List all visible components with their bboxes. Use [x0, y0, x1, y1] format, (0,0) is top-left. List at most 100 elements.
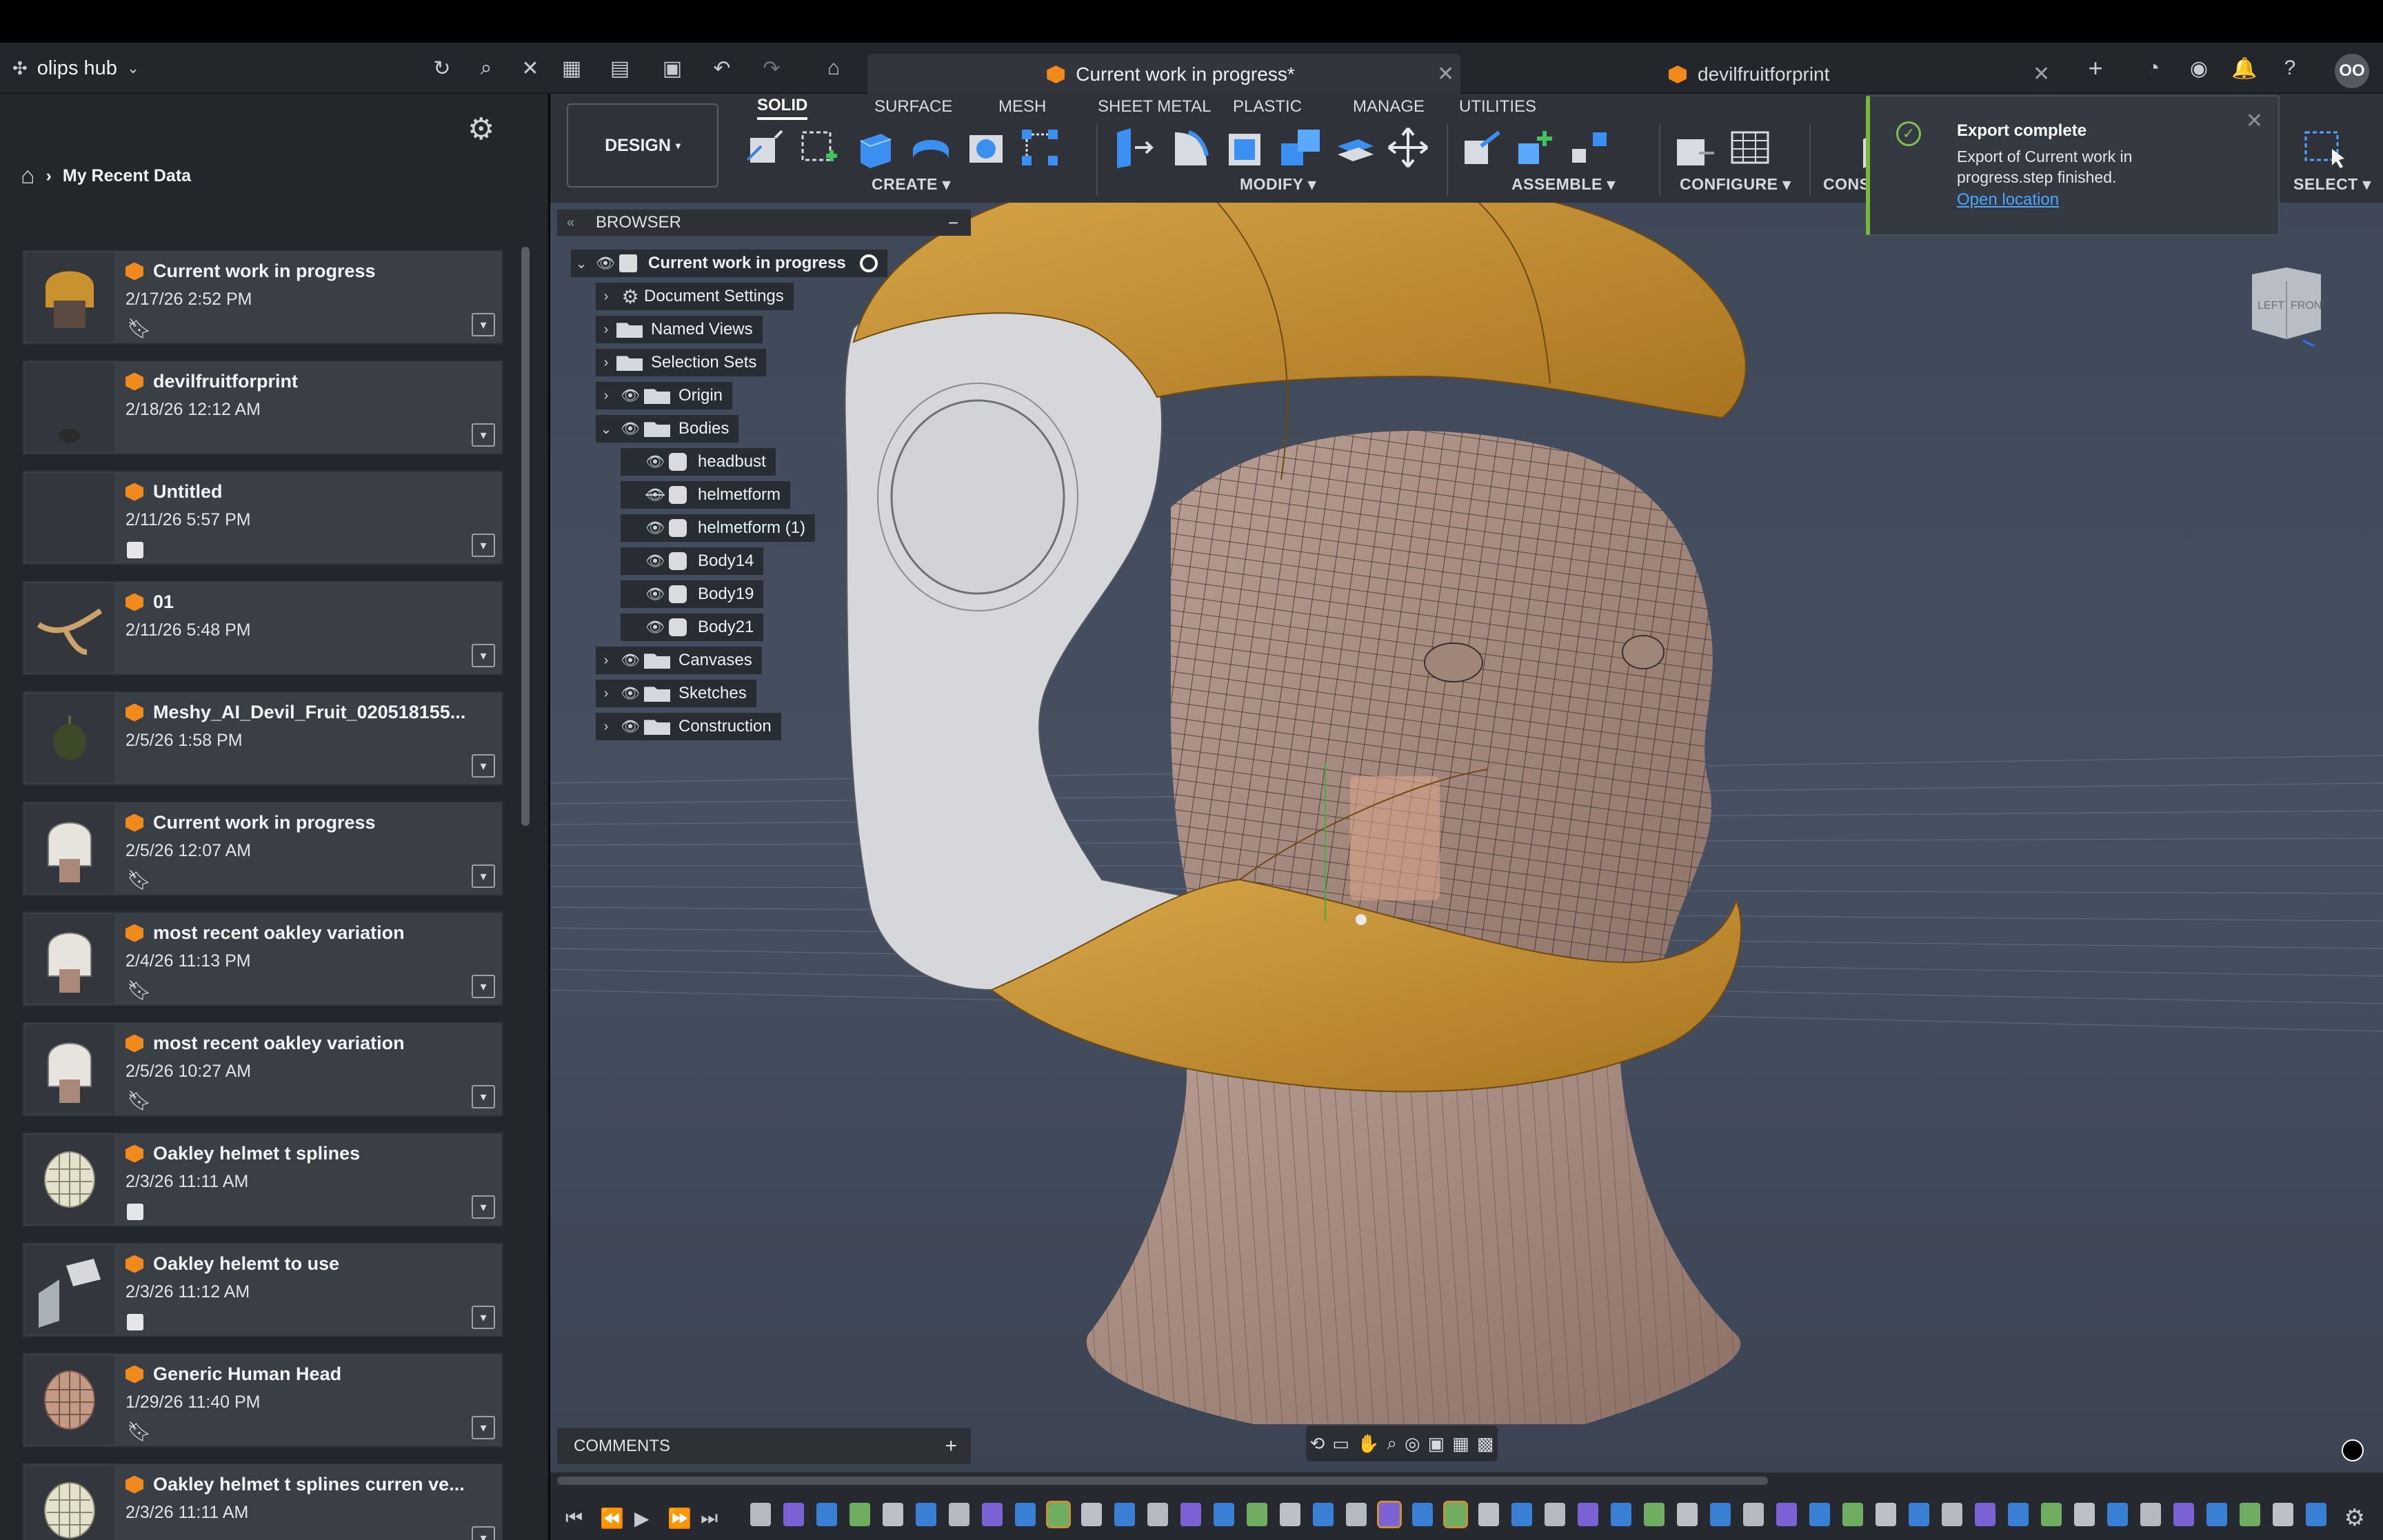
item-name[interactable]: Untitled: [125, 481, 223, 503]
bookmark-icon[interactable]: 🔖︎: [127, 979, 152, 1002]
workspace-switcher[interactable]: DESIGN ▾: [567, 103, 718, 188]
timeline-feature[interactable]: [849, 1503, 870, 1526]
timeline-feature[interactable]: [1214, 1503, 1234, 1526]
pan-icon[interactable]: ✋: [1357, 1433, 1379, 1455]
timeline-feature[interactable]: [2306, 1503, 2326, 1526]
item-name[interactable]: Current work in progress: [125, 261, 376, 282]
recent-item-card[interactable]: 01 2/11/26 5:48 PM ▾: [22, 580, 503, 676]
open-location-link[interactable]: Open location: [1957, 190, 2059, 210]
timeline-feature[interactable]: [1611, 1503, 1631, 1526]
timeline-feature[interactable]: [1545, 1503, 1565, 1526]
3d-viewport[interactable]: [550, 94, 2383, 1540]
item-menu-button[interactable]: ▾: [472, 754, 495, 778]
ribbon-tab-surface[interactable]: SURFACE: [874, 94, 952, 120]
gear-icon[interactable]: ⚙: [467, 112, 494, 147]
timeline-feature[interactable]: [916, 1503, 936, 1526]
recent-item-card[interactable]: Generic Human Head 1/29/26 11:40 PM 🔖︎ ▾: [22, 1352, 503, 1448]
fillet-icon[interactable]: [1168, 125, 1212, 170]
ribbon-tab-solid[interactable]: SOLID: [757, 94, 808, 120]
browser-node-body21[interactable]: 👁︎ Body21: [621, 614, 764, 641]
add-comment-icon[interactable]: +: [945, 1435, 957, 1458]
collapse-panel-icon[interactable]: «: [567, 215, 574, 231]
expand-icon[interactable]: ⌄: [571, 255, 592, 272]
timeline-feature[interactable]: [2173, 1503, 2194, 1526]
scrollbar[interactable]: [521, 247, 530, 826]
construct-menu[interactable]: CONS: [1823, 175, 1870, 194]
bookmark-icon[interactable]: 🔖︎: [127, 317, 152, 340]
modify-menu[interactable]: MODIFY ▾: [1240, 175, 1316, 194]
timeline-feature[interactable]: [1710, 1503, 1731, 1526]
item-thumbnail[interactable]: [25, 914, 114, 1004]
ribbon-tab-sheet-metal[interactable]: SHEET METAL: [1098, 94, 1211, 120]
browser-node-bodies[interactable]: ⌄ 👁︎ Bodies: [596, 415, 739, 443]
breadcrumb-label[interactable]: My Recent Data: [63, 166, 191, 186]
job-status-icon[interactable]: ◉: [2183, 52, 2215, 84]
create-menu[interactable]: CREATE ▾: [872, 175, 951, 194]
item-thumbnail[interactable]: [25, 693, 114, 783]
orbit-icon[interactable]: ⟲: [1310, 1433, 1325, 1455]
item-menu-button[interactable]: ▾: [472, 1526, 495, 1540]
chevron-right-icon[interactable]: ›: [596, 719, 616, 735]
radio-icon[interactable]: [859, 254, 878, 272]
timeline-feature[interactable]: [1909, 1503, 1929, 1526]
eye-icon[interactable]: 👁︎: [592, 254, 619, 272]
item-thumbnail[interactable]: [25, 1355, 114, 1445]
viewports-icon[interactable]: ▩: [1477, 1433, 1494, 1455]
timeline-feature[interactable]: [2240, 1503, 2260, 1526]
timeline-settings-icon[interactable]: ⚙: [2344, 1504, 2365, 1532]
item-name[interactable]: Oakley helemt to use: [125, 1253, 339, 1275]
recent-item-card[interactable]: Meshy_AI_Devil_Fruit_020518155... 2/5/26 …: [22, 691, 503, 786]
file-menu-icon[interactable]: ▤: [604, 52, 636, 84]
help-icon[interactable]: ?: [2274, 52, 2306, 84]
undo-icon[interactable]: ↶: [706, 52, 738, 84]
hole-icon[interactable]: [964, 125, 1008, 170]
timeline-feature[interactable]: [1842, 1503, 1863, 1526]
item-menu-button[interactable]: ▾: [472, 644, 495, 667]
minimize-icon[interactable]: −: [948, 212, 958, 234]
extensions-icon[interactable]: ◔: [2138, 52, 2169, 84]
browser-node-sketches[interactable]: › 👁︎ Sketches: [596, 680, 756, 707]
refresh-icon[interactable]: ↻: [426, 52, 458, 84]
timeline-feature[interactable]: [1478, 1503, 1499, 1526]
timeline-feature[interactable]: [949, 1503, 969, 1526]
eye-icon[interactable]: 👁︎: [641, 552, 669, 570]
avatar[interactable]: OO: [2335, 54, 2369, 88]
timeline-feature[interactable]: [1046, 1501, 1071, 1528]
view-cube-front[interactable]: FRONT: [2291, 300, 2324, 312]
ribbon-tab-mesh[interactable]: MESH: [998, 94, 1046, 120]
combine-icon[interactable]: [1278, 125, 1323, 170]
browser-root-node[interactable]: ⌄ 👁︎ Current work in progress: [571, 250, 887, 277]
item-name[interactable]: Generic Human Head: [125, 1364, 341, 1385]
zoom-icon[interactable]: ⌕: [1387, 1432, 1397, 1455]
item-thumbnail[interactable]: [25, 1245, 114, 1335]
eye-icon[interactable]: 👁︎: [641, 453, 669, 471]
display-settings-icon[interactable]: ▣: [1428, 1433, 1445, 1455]
extrude-icon[interactable]: [854, 125, 898, 170]
assemble-menu[interactable]: ASSEMBLE ▾: [1511, 175, 1616, 194]
timeline-feature[interactable]: [2074, 1503, 2095, 1526]
browser-node-named-views[interactable]: › Named Views: [596, 316, 763, 343]
item-thumbnail[interactable]: [25, 473, 114, 563]
item-name[interactable]: most recent oakley variation: [125, 1033, 405, 1054]
eye-icon[interactable]: 👁︎: [641, 519, 669, 537]
item-menu-button[interactable]: ▾: [472, 864, 495, 888]
browser-panel-header[interactable]: « BROWSER −: [557, 210, 971, 236]
press-pull-icon[interactable]: [1110, 125, 1154, 170]
item-thumbnail[interactable]: [25, 252, 114, 342]
timeline-feature[interactable]: [1443, 1501, 1468, 1528]
timeline-feature[interactable]: [1743, 1503, 1764, 1526]
browser-node-construction[interactable]: › 👁︎ Construction: [596, 713, 781, 740]
recent-item-card[interactable]: Current work in progress 2/17/26 2:52 PM 🔖…: [22, 250, 503, 345]
new-component-icon[interactable]: [742, 125, 786, 170]
play-icon[interactable]: ▶: [634, 1507, 650, 1530]
eye-icon[interactable]: 👁︎: [616, 387, 644, 405]
configure-menu[interactable]: CONFIGURE ▾: [1680, 175, 1791, 194]
close-tab-icon[interactable]: ✕: [2033, 62, 2050, 86]
view-cube[interactable]: LEFT FRONT: [2248, 263, 2324, 349]
item-thumbnail[interactable]: [25, 583, 114, 673]
save-icon[interactable]: ▣: [656, 52, 688, 84]
browser-node-selection-sets[interactable]: › Selection Sets: [596, 349, 767, 376]
create-sketch-icon[interactable]: [796, 125, 840, 170]
eye-icon[interactable]: 👁︎: [616, 420, 644, 438]
grid-settings-icon[interactable]: ▦: [1452, 1433, 1469, 1455]
